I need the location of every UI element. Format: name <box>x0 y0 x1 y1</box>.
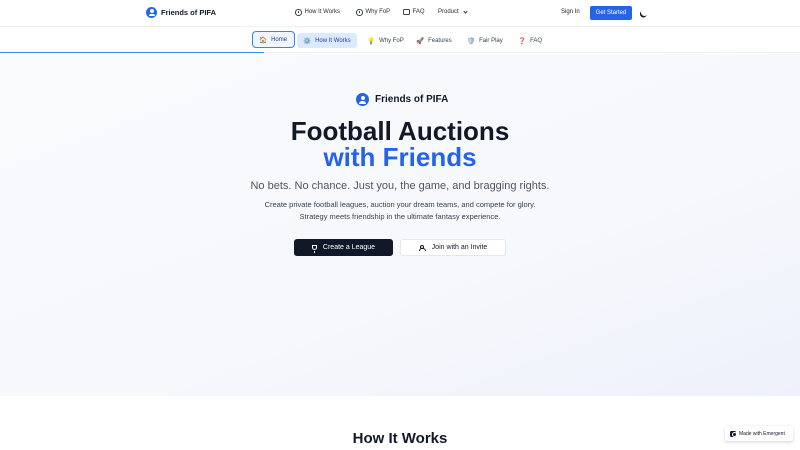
hero-brand-name: Friends of PIFA <box>375 94 449 105</box>
tab-why-fop[interactable]: 💡 Why FoP <box>361 33 410 48</box>
users-icon <box>418 244 426 251</box>
how-it-works-heading: How It Works <box>352 430 448 447</box>
tab-label: Home <box>271 36 288 43</box>
chevron-down-icon <box>463 8 468 14</box>
tab-label: Why FoP <box>379 37 404 44</box>
sign-in-link[interactable]: Sign In <box>561 9 580 15</box>
nav-why-fop[interactable]: Why FoP <box>356 9 390 16</box>
get-started-button[interactable]: Get Started <box>590 6 632 20</box>
tab-how-it-works[interactable]: ⚙️ How It Works <box>297 33 357 48</box>
create-league-button[interactable]: Create a League <box>294 239 393 256</box>
shield-icon: 🛡️ <box>467 36 476 45</box>
hero-tagline: No bets. No chance. Just you, the game, … <box>250 180 550 192</box>
moon-icon[interactable] <box>640 8 649 17</box>
top-navbar: Friends of PIFA How It Works Why FoP FAQ… <box>0 0 800 27</box>
tab-fair-play[interactable]: 🛡️ Fair Play <box>461 33 509 48</box>
nav-label: How It Works <box>304 9 341 16</box>
button-label: Create a League <box>322 244 376 251</box>
hero-title-line2: with Friends <box>323 142 477 172</box>
nav-faq[interactable]: FAQ <box>403 9 425 15</box>
nav-label: Product <box>438 9 459 15</box>
scroll-progress-bar <box>0 52 264 53</box>
brand-name: Friends of PIFA <box>161 8 217 17</box>
tab-faq[interactable]: ❓ FAQ <box>512 33 548 48</box>
info-icon <box>356 9 363 16</box>
made-with-emergent-badge[interactable]: Made with Emergent <box>725 426 793 441</box>
lightbulb-icon: 💡 <box>367 36 376 45</box>
tab-label: Features <box>428 37 452 44</box>
tab-label: Fair Play <box>479 37 503 44</box>
tab-features[interactable]: 🚀 Features <box>410 33 458 48</box>
tab-label: How It Works <box>315 37 351 44</box>
gear-icon: ⚙️ <box>303 36 312 45</box>
emergent-logo-icon <box>730 430 737 437</box>
badge-label: Made with Emergent <box>739 430 785 437</box>
hero-title-line1: Football Auctions <box>290 116 510 146</box>
join-invite-button[interactable]: Join with an Invite <box>400 239 506 256</box>
question-icon: ❓ <box>518 36 527 45</box>
nav-label: FAQ <box>412 9 425 15</box>
logo-icon <box>356 93 369 106</box>
nav-label: Why FoP <box>365 9 391 16</box>
home-icon: 🏠 <box>259 35 268 44</box>
hero-brand: Friends of PIFA <box>356 93 448 106</box>
brand-link[interactable]: Friends of PIFA <box>146 7 216 18</box>
nav-product-dropdown[interactable]: Product <box>438 8 468 15</box>
hero-description: Create private football leagues, auction… <box>264 200 536 221</box>
tab-label: FAQ <box>530 37 543 44</box>
nav-how-it-works[interactable]: How It Works <box>295 9 340 16</box>
logo-icon <box>146 7 157 18</box>
chat-icon <box>403 9 410 15</box>
trophy-icon <box>311 245 317 253</box>
button-label: Join with an Invite <box>431 244 488 251</box>
tab-home[interactable]: 🏠 Home <box>252 31 295 48</box>
clock-icon <box>295 9 302 16</box>
rocket-icon: 🚀 <box>416 36 425 45</box>
